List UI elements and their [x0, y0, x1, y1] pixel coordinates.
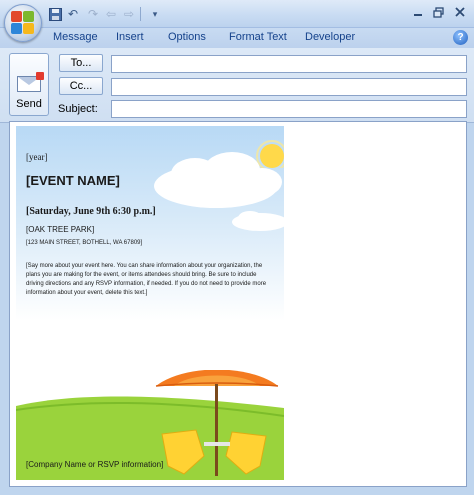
flyer-venue: [OAK TREE PARK] — [26, 225, 95, 234]
tab-message[interactable]: Message — [53, 31, 98, 43]
event-flyer: [year] [EVENT NAME] [Saturday, June 9th … — [16, 126, 284, 480]
description-line: information about your event, delete thi… — [26, 290, 148, 296]
toolbar-separator — [140, 7, 141, 21]
office-button[interactable] — [4, 4, 42, 42]
tab-insert[interactable]: Insert — [116, 31, 144, 43]
next-item-icon[interactable]: ⇨ — [120, 5, 138, 23]
flyer-event-name: [EVENT NAME] — [26, 173, 120, 188]
description-line: driving directions and any RSVP informat… — [26, 281, 267, 287]
cloud-image — [154, 152, 282, 208]
send-label: Send — [16, 98, 42, 110]
tab-format-text[interactable]: Format Text — [229, 31, 287, 43]
cc-field[interactable] — [111, 78, 467, 96]
redo-icon[interactable]: ↷ — [84, 5, 102, 23]
tab-developer[interactable]: Developer — [305, 31, 355, 43]
flyer-description: [Say more about your event here. You can… — [26, 262, 276, 298]
customize-toolbar-icon[interactable]: ▾ — [146, 5, 164, 23]
description-line: plans you are making for the event, or i… — [26, 272, 257, 278]
undo-icon[interactable]: ↶ — [64, 5, 82, 23]
cc-button[interactable]: Cc... — [59, 77, 103, 95]
ribbon-tab-bar: Message Insert Options Format Text Devel… — [0, 28, 474, 48]
previous-item-icon[interactable]: ⇦ — [102, 5, 120, 23]
to-button[interactable]: To... — [59, 54, 103, 72]
save-icon[interactable] — [46, 5, 64, 23]
to-field[interactable] — [111, 55, 467, 73]
send-button[interactable]: Send — [9, 53, 49, 116]
tab-options[interactable]: Options — [168, 31, 206, 43]
restore-icon[interactable] — [428, 4, 448, 20]
minimize-icon[interactable] — [408, 4, 428, 20]
subject-label: Subject: — [58, 103, 98, 115]
send-envelope-icon — [17, 72, 44, 92]
flyer-footer: [Company Name or RSVP information] — [26, 460, 164, 469]
umbrella-chairs-image — [155, 370, 279, 476]
message-header: Send To... Cc... Subject: — [0, 48, 474, 123]
flyer-year: [year] — [26, 152, 48, 162]
title-bar: ↶ ↷ ⇦ ⇨ ▾ — [0, 0, 474, 28]
flyer-datetime: [Saturday, June 9th 6:30 p.m.] — [26, 206, 156, 217]
description-line: [Say more about your event here. You can… — [26, 263, 263, 269]
office-logo-icon — [11, 11, 35, 35]
subject-field[interactable] — [111, 100, 467, 118]
flyer-address: [123 MAIN STREET, BOTHELL, WA 67809] — [26, 240, 143, 246]
help-icon[interactable]: ? — [453, 30, 468, 45]
small-cloud-image — [232, 211, 284, 231]
close-icon[interactable] — [450, 4, 470, 20]
